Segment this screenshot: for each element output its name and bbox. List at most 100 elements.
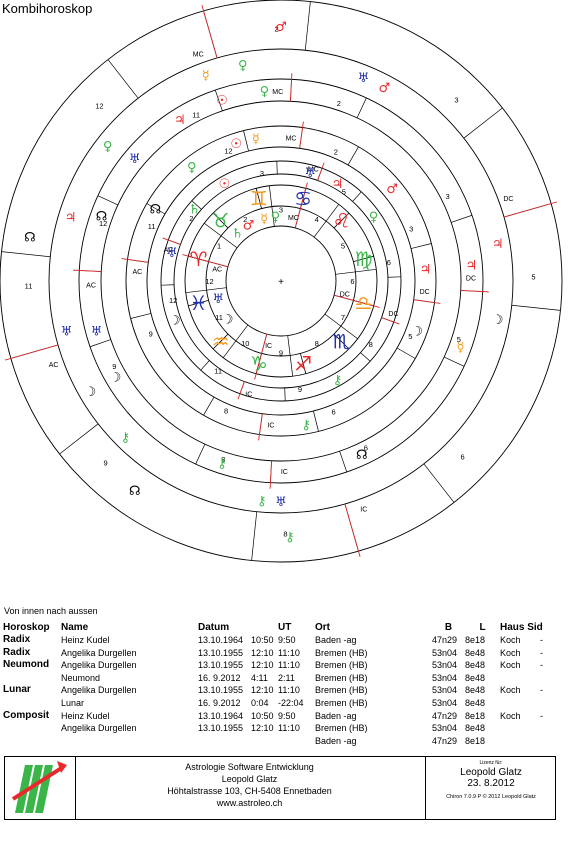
sun-icon: ☉ bbox=[219, 177, 231, 192]
table-row: Lunar Angelika Durgellen 13.10.1955 12:10 11… bbox=[3, 684, 543, 697]
ring3-cusp bbox=[313, 410, 319, 432]
cell-name: Heinz Kudel bbox=[61, 710, 110, 721]
ring2-angle-line bbox=[162, 237, 181, 245]
mars-icon: ♂ bbox=[275, 20, 287, 35]
zodiac-sign-icon: ♌ bbox=[332, 209, 350, 233]
cell-place: Baden -ag bbox=[315, 710, 357, 721]
cell-type bbox=[3, 697, 61, 710]
cell-date: 13.10.1955 bbox=[198, 685, 244, 696]
cell-time bbox=[251, 735, 278, 748]
table-row: Lunar 16. 9.2012 0:04 -22:04 Bremen (HB) 53n0… bbox=[3, 697, 543, 710]
cell-date: 13.10.1955 bbox=[198, 660, 244, 671]
pluto-icon: ⚷ bbox=[257, 494, 267, 509]
cell-name: Lunar bbox=[61, 697, 85, 708]
ring1-angle-dsc: DC bbox=[340, 291, 350, 298]
ring3-angle-line bbox=[299, 121, 304, 149]
ring5-house-number: 9 bbox=[104, 459, 108, 468]
cell-name: Angelika Durgellen bbox=[61, 685, 137, 696]
node-icon: ☊ bbox=[129, 484, 141, 499]
cell-time: 12:10 bbox=[251, 647, 274, 658]
jupiter-icon: ♃ bbox=[420, 262, 432, 277]
zodiac-sign-icon: ♒ bbox=[212, 329, 230, 353]
ring4-cusp bbox=[356, 97, 367, 119]
cell-time: 12:10 bbox=[251, 685, 274, 696]
cell-l: 8e18 bbox=[465, 635, 486, 645]
cell-sid bbox=[540, 735, 543, 748]
astroleo-logo bbox=[5, 757, 76, 819]
cell-b: 47n29 bbox=[432, 635, 458, 645]
ring5-angle-line bbox=[4, 344, 59, 361]
company-website[interactable]: www.astroleo.ch bbox=[77, 797, 422, 809]
zodiac-sign-icon: ♏ bbox=[332, 329, 350, 353]
cell-l: 8e48 bbox=[465, 697, 486, 708]
mercury-icon: ☿ bbox=[456, 340, 464, 355]
cell-name: Angelika Durgellen bbox=[61, 723, 137, 734]
table-row: Baden -ag 47n29 8e18 bbox=[3, 735, 543, 748]
saturn-icon: ♄ bbox=[232, 227, 244, 242]
ring1-house-number: 1 bbox=[217, 241, 221, 250]
ring4-house-number: 2 bbox=[337, 99, 341, 108]
ring4-angle-line bbox=[289, 73, 293, 102]
ring2-angle-line bbox=[237, 381, 245, 400]
ring2-house-number: 11 bbox=[214, 367, 222, 376]
company-info: Astrologie Software Entwicklung Leopold … bbox=[77, 761, 422, 809]
ring4-cusp bbox=[451, 214, 473, 223]
cell-date: 13.10.1964 bbox=[198, 710, 244, 721]
cell-b: 53n04 bbox=[432, 685, 458, 696]
venus-icon: ♀ bbox=[238, 58, 248, 73]
cell-l: 8e48 bbox=[465, 660, 486, 671]
cell-type: Neumond bbox=[3, 659, 50, 671]
sun-icon: ☉ bbox=[216, 93, 228, 108]
ring2-house-number: 6 bbox=[387, 258, 391, 267]
zodiac-sign-icon: ♑ bbox=[250, 352, 268, 376]
cell-place: Bremen (HB) bbox=[315, 672, 368, 683]
ring1-house-number: 9 bbox=[279, 349, 283, 358]
ring3-cusp bbox=[396, 347, 416, 359]
moon-icon: ☽ bbox=[110, 371, 122, 386]
col-horoskop: Horoskop bbox=[3, 621, 50, 633]
col-datum: Datum bbox=[198, 621, 230, 633]
cell-sid bbox=[540, 722, 543, 735]
logo-icon bbox=[5, 757, 75, 819]
ring2-angle-dsc: DC bbox=[388, 311, 398, 318]
ring4-cusp bbox=[339, 451, 348, 473]
ring3-angle-line bbox=[258, 413, 263, 441]
ring5-house-number: 11 bbox=[25, 281, 33, 290]
uranus-icon: ♅ bbox=[275, 495, 287, 510]
uranus-icon: ♅ bbox=[129, 152, 141, 167]
cell-date: 13.10.1955 bbox=[198, 723, 244, 734]
ring5-angle-line bbox=[344, 503, 361, 558]
ring5-cusp bbox=[251, 511, 258, 561]
saturn-icon: ♄ bbox=[189, 202, 201, 217]
ring4-house-number: 11 bbox=[192, 110, 200, 119]
cell-haus: Koch bbox=[500, 635, 521, 645]
ring1-house-number: 4 bbox=[315, 215, 319, 224]
pluto-icon: ⚷ bbox=[285, 530, 295, 545]
cell-date: 13.10.1964 bbox=[198, 635, 244, 645]
ring2-house-number: 8 bbox=[369, 340, 373, 349]
ring3-cusp bbox=[347, 146, 359, 166]
cell-time: 10:50 bbox=[251, 635, 274, 645]
ring5-cusp bbox=[59, 423, 99, 455]
zodiac-sign-icon: ♓ bbox=[189, 291, 207, 315]
zodiac-sign-icon: ♋ bbox=[294, 186, 312, 210]
cell-date bbox=[198, 735, 251, 748]
zodiac-sign-icon: ♉ bbox=[212, 209, 230, 233]
ring1-angle-asc: AC bbox=[212, 267, 222, 274]
ring3-angle-ic: IC bbox=[267, 423, 274, 430]
ring4-angle-dsc: DC bbox=[466, 276, 476, 283]
cell-ut: 9:50 bbox=[278, 635, 296, 645]
pluto-icon: ⚷ bbox=[333, 373, 343, 388]
node-icon: ☊ bbox=[24, 231, 36, 246]
cell-place: Bremen (HB) bbox=[315, 685, 368, 696]
cell-ut bbox=[278, 735, 315, 748]
ring2-cusp bbox=[352, 191, 362, 202]
ring3-angle-line bbox=[413, 299, 441, 304]
venus-icon: ♀ bbox=[260, 85, 270, 100]
table-row: Composit Heinz Kudel 13.10.1964 10:50 9:50 Ba… bbox=[3, 710, 543, 723]
jupiter-icon: ♃ bbox=[465, 258, 477, 273]
ring5-angle-line bbox=[503, 201, 558, 218]
ring2-angle-line bbox=[381, 317, 400, 325]
mars-icon: ♂ bbox=[243, 219, 255, 234]
zodiac-sign-icon: ♈ bbox=[189, 247, 207, 271]
